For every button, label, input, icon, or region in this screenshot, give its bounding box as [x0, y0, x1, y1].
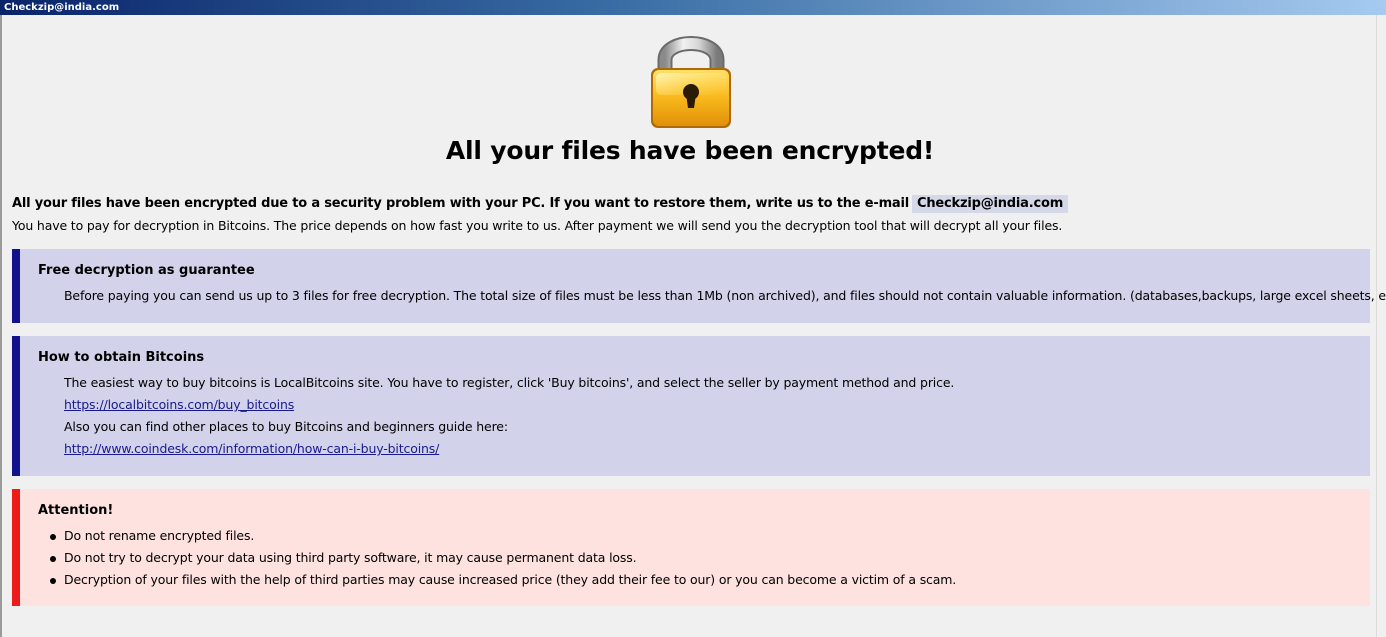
attention-item: Do not rename encrypted files. [64, 528, 255, 543]
main-headline: All your files have been encrypted! [445, 136, 935, 165]
other-places-text: Also you can find other places to buy Bi… [64, 419, 508, 434]
free-decryption-box: Free decryption as guarantee Before payi… [12, 249, 1386, 323]
intro-bold-text: All your files have been encrypted due t… [12, 196, 909, 211]
attention-item: Decryption of your files with the help o… [64, 572, 957, 587]
padlock-icon [645, 30, 737, 130]
obtain-bitcoins-box: How to obtain Bitcoins The easiest way t… [12, 336, 1370, 476]
localbitcoins-link[interactable]: https://localbitcoins.com/buy_bitcoins [64, 397, 294, 412]
free-decryption-text: Before paying you can send us up to 3 fi… [64, 288, 1386, 303]
attention-title: Attention! [38, 503, 114, 518]
scrollbar[interactable] [1376, 15, 1386, 637]
bullet-icon [50, 556, 56, 562]
bullet-icon [50, 534, 56, 540]
contact-email[interactable]: Checkzip@india.com [912, 195, 1069, 213]
attention-box: Attention! Do not rename encrypted files… [12, 489, 1370, 606]
obtain-bitcoins-text: The easiest way to buy bitcoins is Local… [64, 375, 955, 390]
window-title-bar[interactable]: Checkzip@india.com [0, 0, 1386, 15]
intro-message: All your files have been encrypted due t… [12, 195, 1069, 213]
attention-item: Do not try to decrypt your data using th… [64, 550, 637, 565]
obtain-bitcoins-title: How to obtain Bitcoins [38, 350, 205, 365]
free-decryption-title: Free decryption as guarantee [38, 263, 255, 278]
coindesk-link[interactable]: http://www.coindesk.com/information/how-… [64, 441, 439, 456]
bullet-icon [50, 578, 56, 584]
payment-info: You have to pay for decryption in Bitcoi… [12, 218, 1063, 233]
